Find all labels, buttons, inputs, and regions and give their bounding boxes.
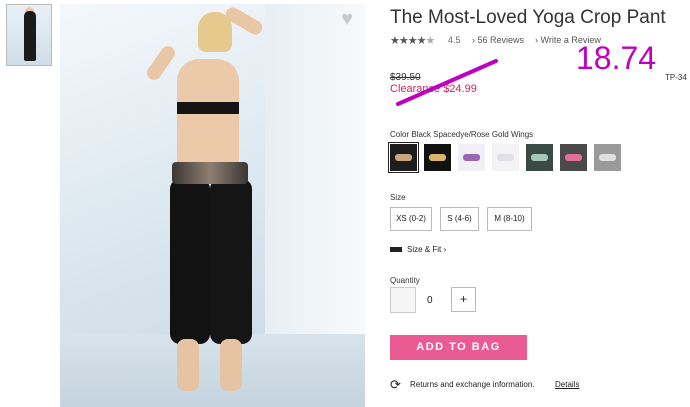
chevron-right-icon: › [472,35,475,45]
star-icon: ★ [390,35,400,47]
annotated-price: 18.74 [576,40,657,76]
color-swatch-green-floral[interactable] [526,144,553,171]
pant-leg-right [210,179,252,344]
size-fit-link[interactable]: Size & Fit › [407,245,446,254]
model-hair [198,12,232,52]
color-swatch-grey-zebra[interactable] [594,144,621,171]
add-to-bag-button[interactable]: ADD TO BAG [390,335,527,360]
swatch-pattern [599,154,616,161]
size-option-xs[interactable]: XS (0-2) [390,207,432,231]
ruler-icon [390,247,402,252]
model-calf-left [177,339,199,391]
model-calf-right [220,339,242,391]
rating-stars: ★★★★★ [390,34,436,47]
swatch-pattern [395,154,412,161]
color-swatch-black-gold-stripe[interactable] [424,144,451,171]
product-title: The Most-Loved Yoga Crop Pant [390,7,666,28]
model-arm-left [144,43,178,83]
star-icon: ★ [416,35,427,47]
size-option-s[interactable]: S (4-6) [440,207,479,231]
original-price: $39.50 [390,72,421,83]
chevron-right-icon: › [443,245,447,254]
pant-waistband [172,162,248,184]
swatch-pattern [497,154,514,161]
quantity-label: Quantity [390,276,420,285]
returns-text: Returns and exchange information. [410,380,535,389]
clearance-price: Clearance $24.99 [390,83,477,95]
swatch-pattern [429,154,446,161]
quantity-decrement-button[interactable] [390,287,416,313]
swatch-pattern [565,154,582,161]
swatch-pattern [463,154,480,161]
product-main-image [60,4,365,407]
reviews-link[interactable]: › 56 Reviews [472,35,524,45]
model-back [177,59,239,169]
heart-icon[interactable]: ♥ [336,8,358,30]
color-swatch-black-rose-gold-wings[interactable] [388,142,419,173]
quantity-increment-button[interactable]: + [451,287,476,312]
rating-value: 4.5 [448,35,461,45]
star-icon: ★ [407,35,418,47]
model-bra [177,102,239,114]
product-thumbnail[interactable] [6,4,52,66]
swatch-pattern [531,154,548,161]
reviews-label: 56 Reviews [477,35,525,45]
color-swatch-charcoal-pink-wings[interactable] [560,144,587,171]
image-floor [60,334,365,407]
product-sku: TP-34 [665,73,687,82]
size-fit-label: Size & Fit [407,245,442,254]
half-star-icon: ★ [425,35,436,47]
size-label: Size [390,193,406,202]
chevron-right-icon: › [535,35,538,45]
details-link[interactable]: Details [555,380,579,389]
thumbnail-model-figure [24,11,36,61]
color-label: Color Black Spacedye/Rose Gold Wings [390,130,534,139]
quantity-value[interactable]: 0 [427,295,433,306]
color-swatch-white[interactable] [492,144,519,171]
pant-leg-left [170,179,210,344]
color-swatch-white-pink-script[interactable] [458,144,485,171]
star-icon: ★ [398,35,409,47]
refresh-icon: ⟳ [390,377,401,392]
size-option-m[interactable]: M (8-10) [487,207,532,231]
